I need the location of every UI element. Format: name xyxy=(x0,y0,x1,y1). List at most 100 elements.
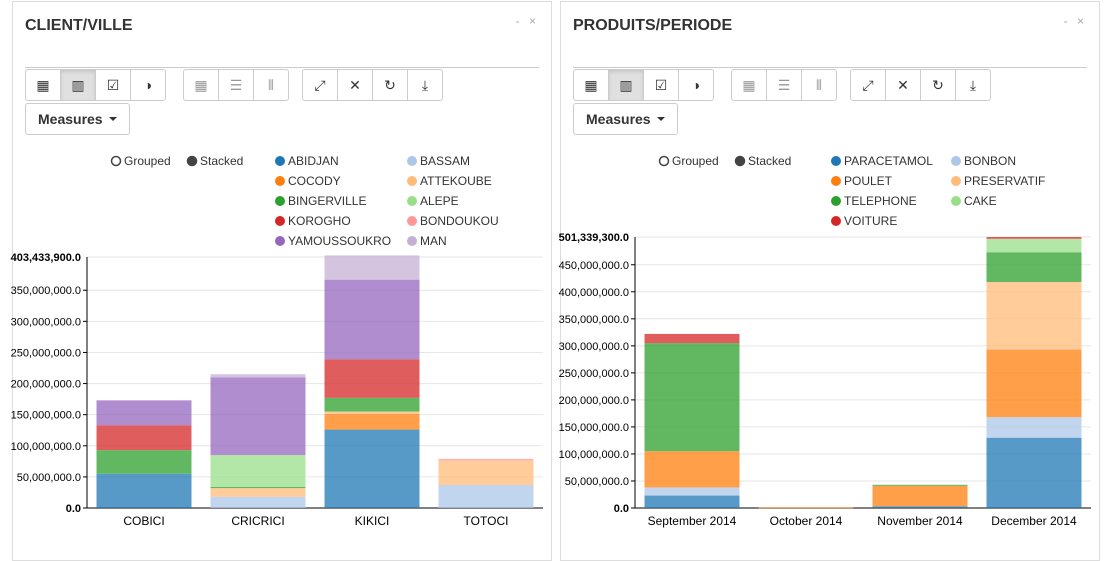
legend-swatch-icon xyxy=(951,156,961,166)
legend-label: BASSAM xyxy=(420,154,470,168)
bar-kikici-yamoussoukro[interactable] xyxy=(324,279,420,360)
bar-october-2014-poulet[interactable] xyxy=(758,507,854,509)
legend-swatch-icon xyxy=(831,176,841,186)
bar-cricrici-alepe[interactable] xyxy=(210,455,306,487)
legend-item-preservatif[interactable]: PRESERVATIF xyxy=(951,174,1045,188)
bar-cricrici-yamoussoukro[interactable] xyxy=(210,377,306,456)
y-tick-label: 50,000,000.0 xyxy=(17,472,81,484)
y-tick-label: 450,000,000.0 xyxy=(559,260,629,272)
x-tick-label: COBICI xyxy=(123,514,164,528)
legend-swatch-icon xyxy=(407,196,417,206)
legend-item-telephone[interactable]: TELEPHONE xyxy=(831,194,917,208)
legend-item-attekoube[interactable]: ATTEKOUBE xyxy=(407,174,492,188)
legend-label: POULET xyxy=(844,174,893,188)
legend-mode-stacked[interactable]: Stacked xyxy=(186,154,244,168)
legend-swatch-icon xyxy=(951,176,961,186)
client-ville-chart: Grouped Stacked ABIDJAN BASSAM COCODY ATTEKOU… xyxy=(11,154,543,528)
legend-item-bonbon[interactable]: BONBON xyxy=(951,154,1016,168)
bar-september-2014-poulet[interactable] xyxy=(644,451,740,488)
y-tick-label: 0.0 xyxy=(66,503,81,515)
bar-totoci-bassam[interactable] xyxy=(438,484,534,508)
bar-september-2014-telephone[interactable] xyxy=(644,343,740,452)
bar-december-2014-voiture[interactable] xyxy=(986,237,1082,239)
bar-cricrici-man[interactable] xyxy=(210,374,306,378)
client-ville-panel: CLIENT/VILLE - × ▦ ▥ ☑ ◑ ▦ ☰ ⦀ ⤢ ✕ ↻ ⤓ M… xyxy=(11,1,552,561)
stacked-radio-icon xyxy=(734,155,746,167)
legend-item-cocody[interactable]: COCODY xyxy=(275,174,341,188)
bar-september-2014-voiture[interactable] xyxy=(644,333,740,344)
legend-label: COCODY xyxy=(288,174,341,188)
bar-december-2014-preservatif[interactable] xyxy=(986,282,1082,350)
bar-kikici-abidjan[interactable] xyxy=(324,429,420,508)
bar-september-2014-bonbon[interactable] xyxy=(644,487,740,496)
legend-mode-label: Stacked xyxy=(748,154,791,168)
bar-cricrici-bassam[interactable] xyxy=(210,496,306,508)
y-tick-label: 400,000,000.0 xyxy=(559,287,629,299)
legend-item-korogho[interactable]: KOROGHO xyxy=(275,214,351,228)
y-max-label: 403,433,900.0 xyxy=(11,252,81,264)
legend-swatch-icon xyxy=(831,216,841,226)
y-tick-label: 200,000,000.0 xyxy=(11,379,81,391)
bar-cricrici-attekoube[interactable] xyxy=(210,488,306,497)
legend-mode-grouped[interactable]: Grouped xyxy=(658,154,719,168)
legend-label: ATTEKOUBE xyxy=(420,174,492,188)
bar-cobici-bingerville[interactable] xyxy=(96,450,192,474)
bar-totoci-attekoube[interactable] xyxy=(438,460,534,485)
legend-mode-grouped[interactable]: Grouped xyxy=(110,154,171,168)
bar-kikici-korogho[interactable] xyxy=(324,359,420,398)
y-tick-label: 350,000,000.0 xyxy=(559,314,629,326)
legend-label: MAN xyxy=(420,234,447,248)
grouped-radio-icon xyxy=(658,155,670,167)
bar-december-2014-bonbon[interactable] xyxy=(986,417,1082,438)
bar-cobici-yamoussoukro[interactable] xyxy=(96,400,192,426)
bar-december-2014-poulet[interactable] xyxy=(986,349,1082,418)
produits-periode-panel: PRODUITS/PERIODE - × ▦ ▥ ☑ ◑ ▦ ☰ ⦀ ⤢ ✕ ↻… xyxy=(559,1,1100,561)
legend-label: ALEPE xyxy=(420,194,459,208)
legend-item-bondoukou[interactable]: BONDOUKOU xyxy=(407,214,499,228)
legend-swatch-icon xyxy=(407,156,417,166)
legend-mode-label: Stacked xyxy=(200,154,243,168)
bar-kikici-man[interactable] xyxy=(324,255,420,280)
legend-item-poulet[interactable]: POULET xyxy=(831,174,893,188)
bar-cobici-korogho[interactable] xyxy=(96,425,192,451)
legend-item-yamoussoukro[interactable]: YAMOUSSOUKRO xyxy=(275,234,391,248)
bar-totoci-bondoukou[interactable] xyxy=(438,458,534,461)
y-tick-label: 250,000,000.0 xyxy=(11,347,81,359)
x-tick-label: September 2014 xyxy=(648,514,737,528)
bar-november-2014-poulet[interactable] xyxy=(872,485,968,507)
legend-swatch-icon xyxy=(275,236,285,246)
legend-swatch-icon xyxy=(407,236,417,246)
bar-december-2014-cake[interactable] xyxy=(986,238,1082,253)
legend-item-voiture[interactable]: VOITURE xyxy=(831,214,897,228)
bar-november-2014-telephone[interactable] xyxy=(872,484,968,486)
y-tick-label: 150,000,000.0 xyxy=(11,410,81,422)
bar-november-2014-paracetamol[interactable] xyxy=(872,506,968,508)
bar-kikici-attekoube[interactable] xyxy=(324,411,420,415)
legend-label: KOROGHO xyxy=(288,214,351,228)
x-tick-label: CRICRICI xyxy=(231,514,284,528)
y-tick-label: 350,000,000.0 xyxy=(11,285,81,297)
legend-item-bingerville[interactable]: BINGERVILLE xyxy=(275,194,366,208)
bar-cobici-abidjan[interactable] xyxy=(96,473,192,508)
legend-item-man[interactable]: MAN xyxy=(407,234,447,248)
legend-item-paracetamol[interactable]: PARACETAMOL xyxy=(831,154,933,168)
bar-kikici-bingerville[interactable] xyxy=(324,397,420,412)
x-tick-label: KIKICI xyxy=(355,514,390,528)
legend-item-alepe[interactable]: ALEPE xyxy=(407,194,459,208)
bar-december-2014-paracetamol[interactable] xyxy=(986,437,1082,508)
legend-item-bassam[interactable]: BASSAM xyxy=(407,154,470,168)
legend-mode-stacked[interactable]: Stacked xyxy=(734,154,792,168)
x-tick-label: TOTOCI xyxy=(464,514,509,528)
legend-label: TELEPHONE xyxy=(844,194,917,208)
legend-item-cake[interactable]: CAKE xyxy=(951,194,997,208)
bar-kikici-cocody[interactable] xyxy=(324,414,420,430)
legend-item-abidjan[interactable]: ABIDJAN xyxy=(275,154,339,168)
y-tick-label: 200,000,000.0 xyxy=(559,395,629,407)
legend-swatch-icon xyxy=(275,176,285,186)
y-max-label: 501,339,300.0 xyxy=(559,232,629,244)
bar-december-2014-telephone[interactable] xyxy=(986,252,1082,283)
legend-swatch-icon xyxy=(831,156,841,166)
legend-mode-label: Grouped xyxy=(672,154,719,168)
bar-september-2014-paracetamol[interactable] xyxy=(644,495,740,508)
bar-cricrici-bingerville[interactable] xyxy=(210,486,306,489)
